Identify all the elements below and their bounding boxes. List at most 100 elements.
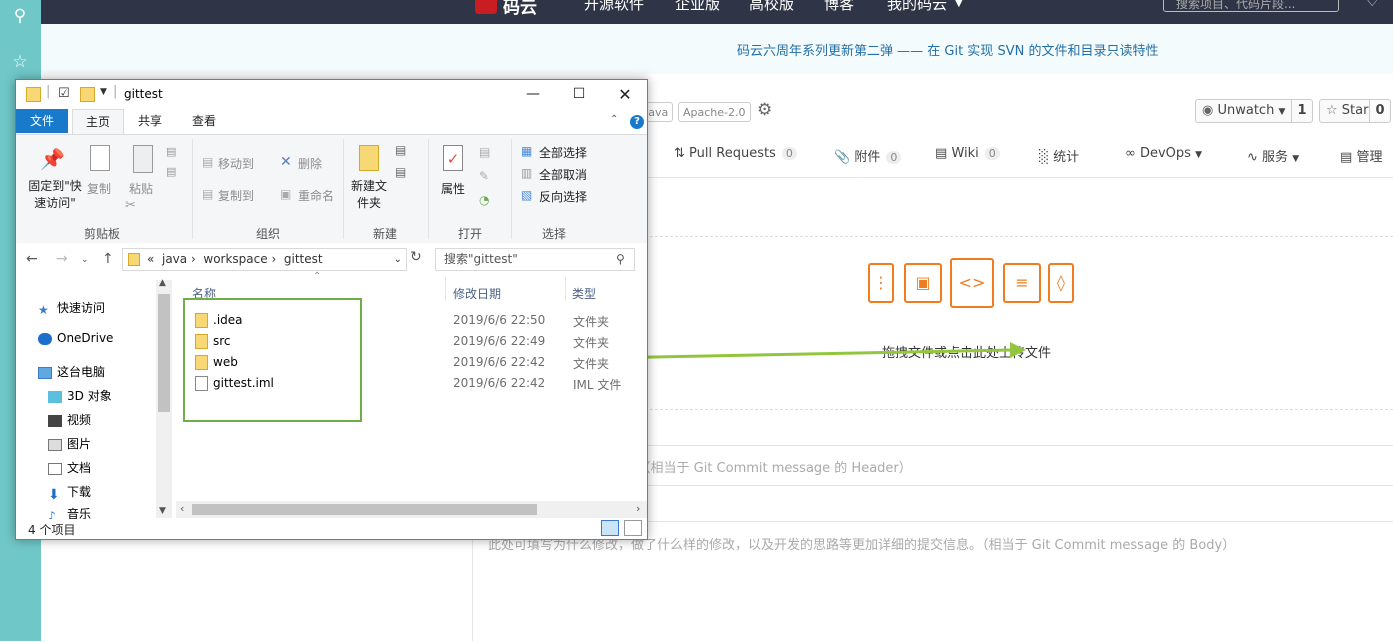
open-icon[interactable]: ▤: [479, 145, 490, 159]
invert-selection-button[interactable]: 反向选择: [539, 188, 587, 205]
cut-icon[interactable]: ✂: [125, 198, 136, 213]
badge-icon[interactable]: ⚙: [757, 100, 772, 120]
maximize-button[interactable]: ☐: [556, 80, 602, 109]
tab-devops[interactable]: ∞ DevOps ▼: [1125, 146, 1202, 161]
chevron-down-icon[interactable]: ▼: [159, 506, 166, 516]
properties-icon[interactable]: ☑: [58, 86, 70, 101]
tab-manage[interactable]: ▤ 管理: [1340, 146, 1382, 165]
music-icon: ♪: [48, 508, 56, 520]
history-icon[interactable]: ◔: [479, 193, 489, 207]
up-arrow-icon[interactable]: ↑: [102, 251, 114, 267]
new-folder-icon[interactable]: [80, 87, 95, 102]
nav-open-source[interactable]: 开源软件: [584, 0, 644, 14]
logo-text[interactable]: 码云: [503, 0, 537, 18]
nav-blog[interactable]: 博客: [824, 0, 854, 14]
tab-file[interactable]: 文件: [16, 109, 68, 133]
chevron-down-icon[interactable]: ⌄: [394, 249, 402, 270]
tab-view[interactable]: 查看: [182, 109, 226, 133]
minimize-button[interactable]: —: [510, 80, 556, 109]
edit-icon[interactable]: ✎: [479, 169, 489, 183]
copy-to-button[interactable]: 复制到: [218, 187, 254, 204]
pin-icon: 📌: [40, 147, 65, 171]
banner-text[interactable]: 码云六周年系列更新第二弹 —— 在 Git 实现 SVN 的文件和目录只读特性: [737, 40, 1158, 59]
properties-button[interactable]: 属性: [441, 180, 465, 197]
copy-path-icon[interactable]: ▤: [166, 145, 176, 158]
nav-music[interactable]: ♪ 音乐: [48, 505, 91, 519]
address-bar[interactable]: « java › workspace › gittest ⌄: [122, 248, 407, 271]
paste-shortcut-icon[interactable]: ▤: [166, 165, 176, 178]
chevron-down-icon[interactable]: ⌄: [81, 255, 89, 265]
details-view-icon[interactable]: [601, 520, 619, 536]
nav-my-gitee[interactable]: 我的码云: [887, 0, 947, 14]
star-icon[interactable]: ☆: [10, 52, 30, 72]
group-separator: [192, 139, 193, 239]
license-tag[interactable]: Apache-2.0: [678, 102, 751, 122]
tab-home[interactable]: 主页: [72, 109, 124, 134]
nav-documents[interactable]: 文档: [48, 459, 91, 476]
pin-quick-access-button[interactable]: 固定到"快速访问": [23, 178, 87, 212]
horizontal-scrollbar[interactable]: ‹ ›: [176, 501, 647, 518]
move-to-button[interactable]: 移动到: [218, 155, 254, 172]
watch-count[interactable]: 1: [1291, 100, 1312, 122]
nav-videos[interactable]: 视频: [48, 411, 91, 428]
star-count[interactable]: 0: [1369, 100, 1390, 122]
refresh-icon[interactable]: ↻: [410, 249, 422, 265]
star-button[interactable]: ☆ Star 0: [1319, 99, 1391, 123]
search-icon[interactable]: ⚲: [10, 6, 30, 26]
breadcrumb-workspace[interactable]: workspace: [203, 252, 267, 266]
column-separator[interactable]: [445, 277, 446, 301]
tab-services[interactable]: ∿ 服务 ▼: [1247, 146, 1299, 165]
easy-access-icon[interactable]: ▤: [395, 165, 406, 179]
forward-arrow-icon[interactable]: →: [56, 251, 68, 267]
column-date[interactable]: 修改日期: [453, 285, 501, 302]
help-icon[interactable]: ?: [630, 115, 644, 129]
nav-quick-access[interactable]: ★ 快速访问: [38, 299, 105, 317]
column-type[interactable]: 类型: [572, 285, 596, 302]
tab-wiki[interactable]: ▤ Wiki 0: [935, 146, 1000, 161]
scrollbar-thumb[interactable]: [158, 294, 170, 412]
nav-pictures[interactable]: 图片: [48, 435, 91, 452]
tab-statistics[interactable]: ░ 统计: [1039, 146, 1079, 165]
select-none-button[interactable]: 全部取消: [539, 166, 587, 183]
nav-onedrive[interactable]: OneDrive: [38, 331, 113, 345]
delete-button[interactable]: 删除: [298, 155, 322, 172]
tab-share[interactable]: 共享: [128, 109, 172, 133]
nav-scrollbar[interactable]: ▲ ▼: [156, 278, 172, 518]
breadcrumb-java[interactable]: java: [162, 252, 187, 266]
file-explorer-window[interactable]: | ☑ ▼ | gittest — ☐ ✕ 文件 主页 共享 查看 ⌃ ? 📌 …: [15, 79, 648, 540]
chevron-up-icon[interactable]: ▲: [159, 278, 166, 288]
new-item-icon[interactable]: ▤: [395, 143, 406, 157]
rename-button[interactable]: 重命名: [298, 187, 334, 204]
unwatch-button[interactable]: ◉ Unwatch ▼ 1: [1195, 99, 1313, 123]
back-arrow-icon[interactable]: ←: [26, 251, 38, 267]
column-separator[interactable]: [565, 277, 566, 301]
chevron-left-icon[interactable]: ‹: [180, 502, 184, 515]
tab-pull-requests[interactable]: ⇅ Pull Requests 0: [674, 146, 797, 161]
breadcrumb-gittest[interactable]: gittest: [284, 252, 323, 266]
paste-button[interactable]: 粘贴: [129, 180, 153, 197]
tab-attachments[interactable]: 📎 附件 0: [834, 146, 902, 165]
nav-downloads[interactable]: ⬇ 下载: [48, 483, 91, 503]
chevron-up-icon[interactable]: ⌃: [610, 114, 618, 125]
logo-icon[interactable]: [475, 0, 497, 14]
new-folder-button[interactable]: 新建文件夹: [349, 178, 389, 212]
scrollbar-thumb[interactable]: [192, 504, 537, 515]
overflow-chevron[interactable]: «: [147, 252, 154, 266]
nav-this-pc[interactable]: 这台电脑: [38, 363, 105, 380]
close-button[interactable]: ✕: [602, 80, 648, 109]
nav-enterprise[interactable]: 企业版: [675, 0, 720, 14]
large-icons-view-icon[interactable]: [624, 520, 642, 536]
nav-university[interactable]: 高校版: [749, 0, 794, 14]
chevron-down-icon[interactable]: ▼: [100, 87, 107, 97]
count-badge: 0: [781, 147, 797, 160]
eye-icon: ◉: [1202, 103, 1214, 118]
copy-button[interactable]: 复制: [87, 180, 111, 197]
search-input[interactable]: 搜索"gittest": [435, 248, 635, 271]
select-all-button[interactable]: 全部选择: [539, 144, 587, 161]
nav-3d-objects[interactable]: 3D 对象: [48, 387, 112, 404]
upload-dropzone[interactable]: 拖拽文件或点击此处上传文件: [882, 342, 1051, 361]
search-input[interactable]: 搜索项目、代码片段...: [1163, 0, 1339, 12]
chevron-right-icon[interactable]: ›: [636, 502, 640, 515]
explorer-titlebar[interactable]: | ☑ ▼ | gittest — ☐ ✕: [16, 80, 647, 109]
bell-icon[interactable]: ♡: [1366, 0, 1379, 10]
